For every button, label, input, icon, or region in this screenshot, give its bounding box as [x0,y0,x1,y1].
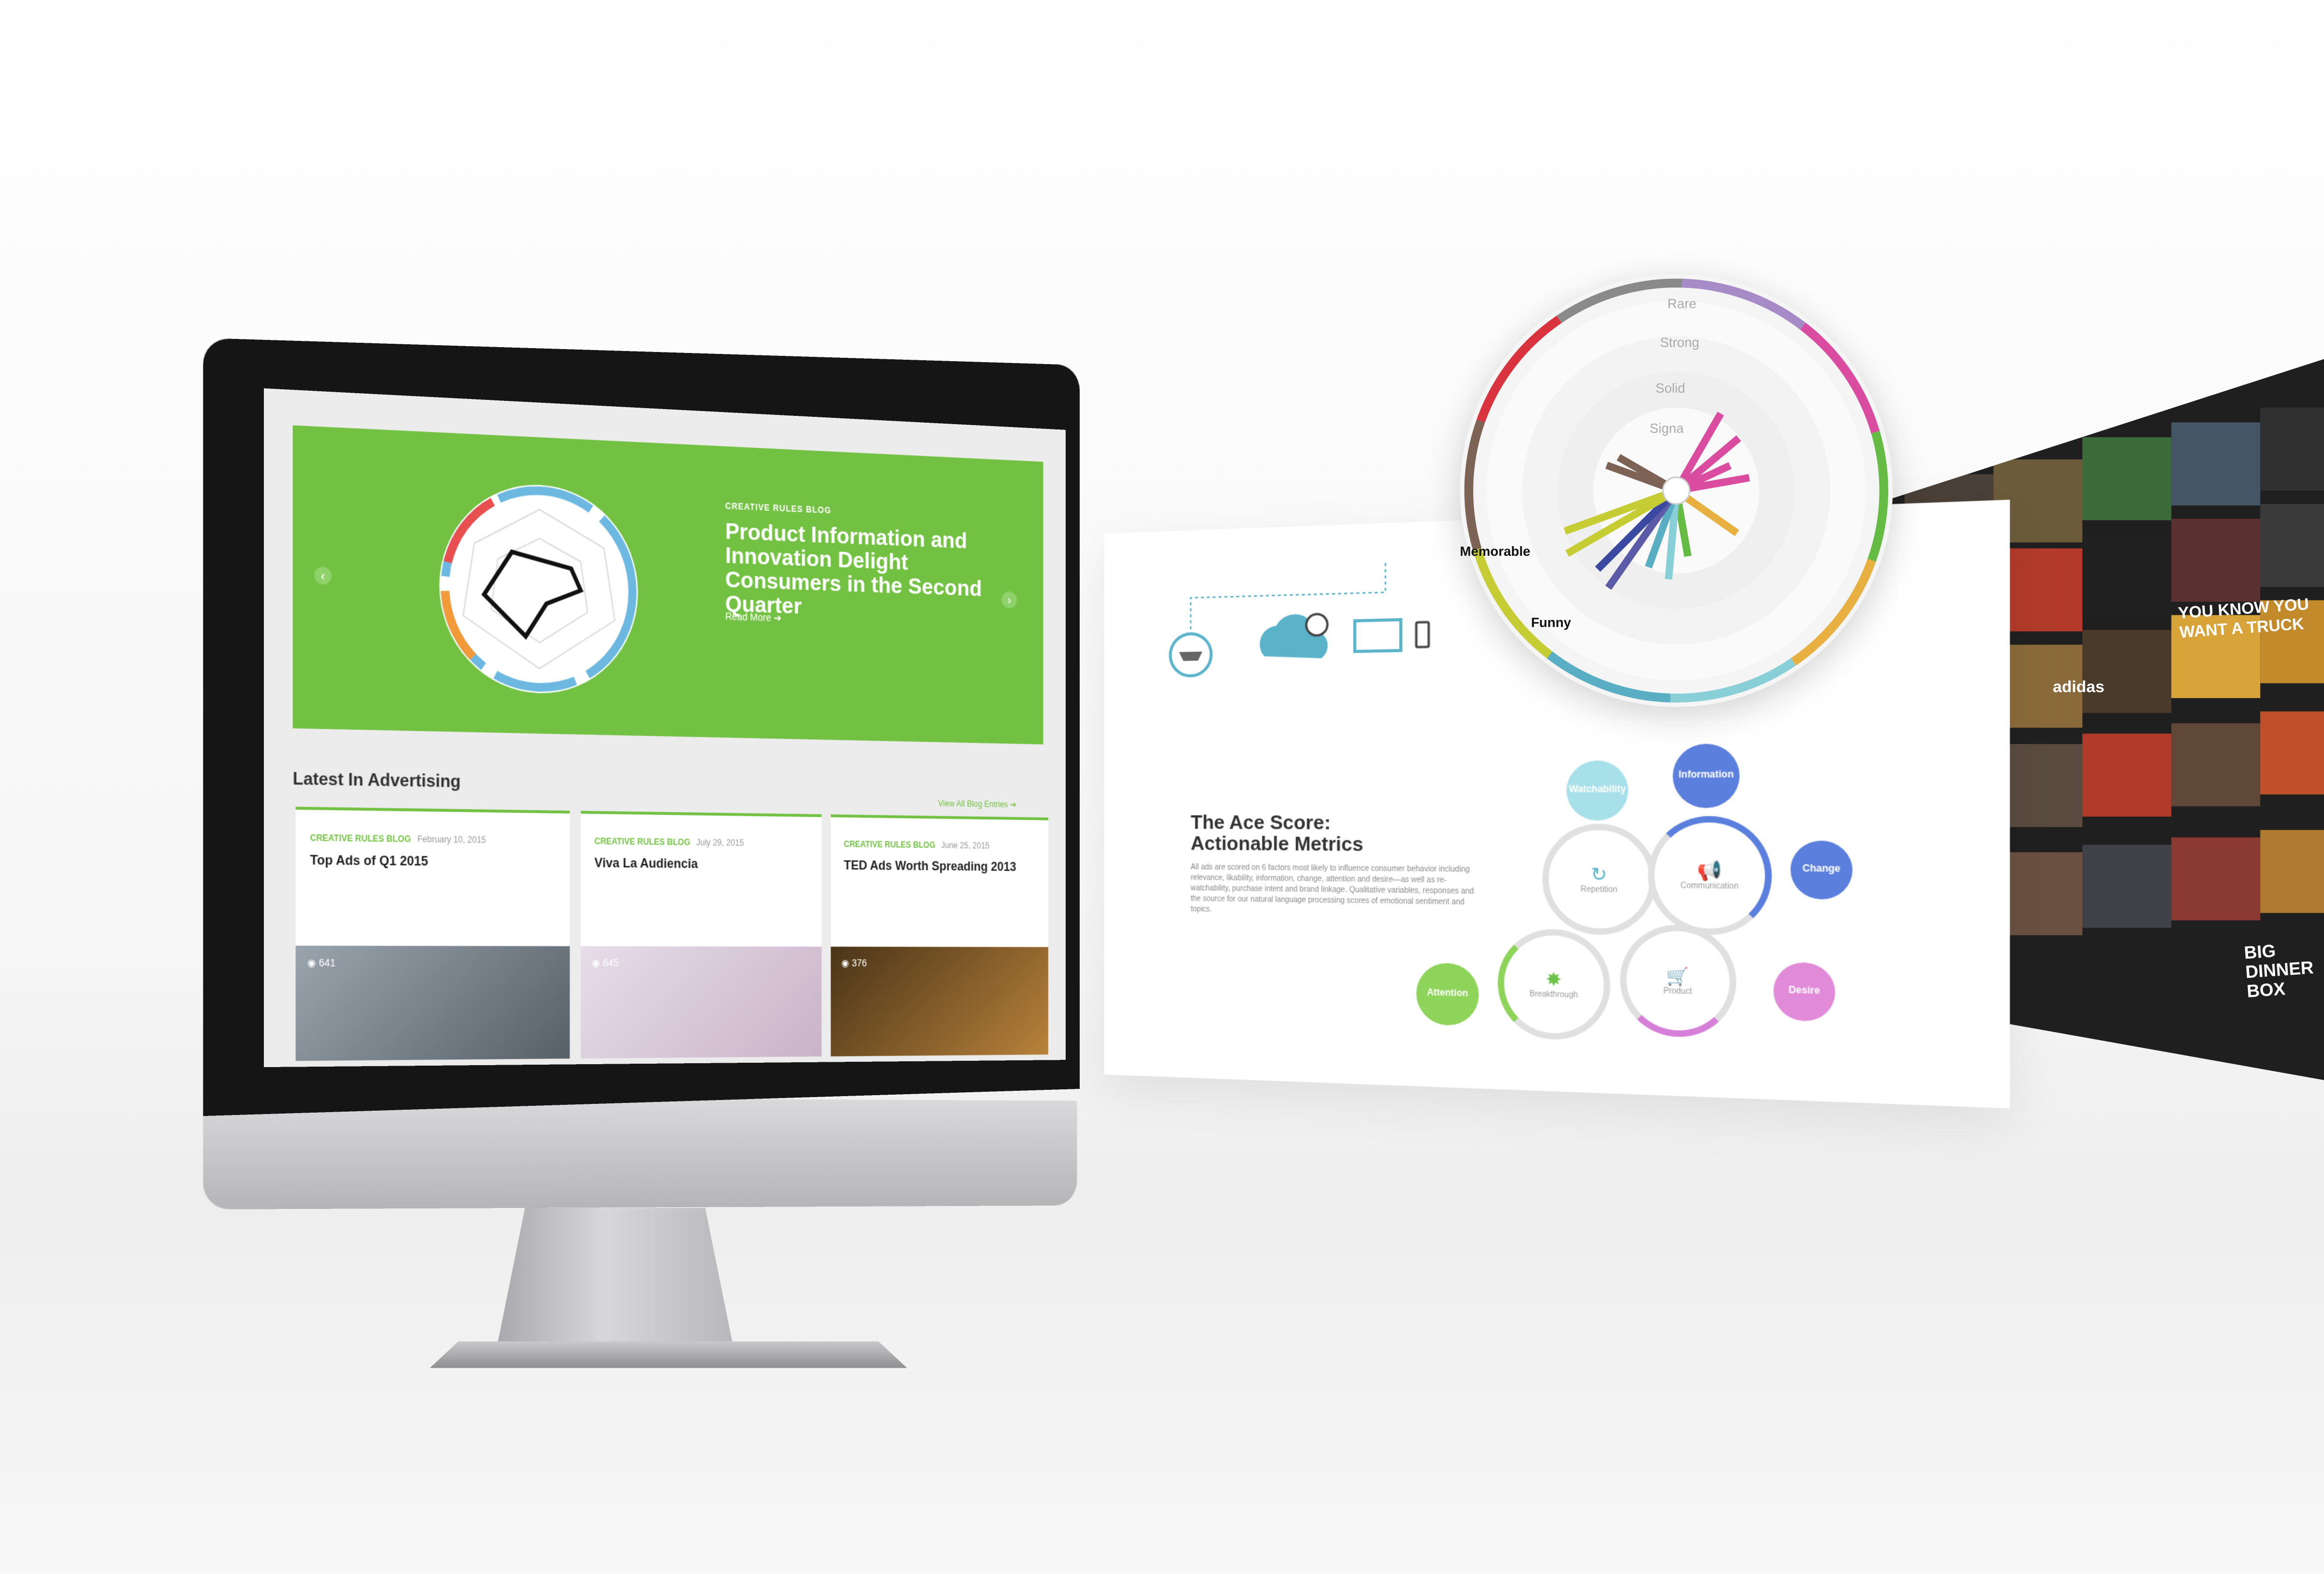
dial-ring-label: Solid [1655,381,1685,396]
arrow-circle-icon: ➔ [1010,802,1017,810]
card-image: ◉ 376 [830,947,1049,1056]
device-sync-illustration [1162,542,1510,703]
hero-prev-arrow[interactable]: ‹ [314,566,332,585]
thumbnail[interactable] [2260,830,2324,913]
thumbnail[interactable] [2082,734,2171,817]
view-count: 645 [602,959,619,969]
thumbnail[interactable] [2260,504,2324,587]
card-title: TED Ads Worth Spreading 2013 [843,858,1016,874]
eye-icon: ◉ [307,959,316,970]
card-image: ◉ 641 [295,946,570,1061]
thumbnail[interactable] [2171,837,2261,921]
bubble-information[interactable]: Information [1672,743,1740,809]
thumbnail[interactable] [2171,519,2261,602]
card-image: ◉ 645 [581,946,822,1059]
thumbnail[interactable] [2260,711,2324,795]
ring-product[interactable]: 🛒 Product [1620,924,1737,1039]
dial-ring-label: Strong [1660,335,1699,350]
blog-card[interactable]: CREATIVE RULES BLOG July 29, 2015 Viva L… [581,810,822,1059]
hero-banner: ‹ › CREATIVE RULES BLOG Product Informat… [292,425,1043,745]
card-date: July 29, 2015 [696,840,744,849]
bubble-attention[interactable]: Attention [1416,963,1479,1026]
ace-score-description: All ads are scored on 6 factors most lik… [1191,863,1474,915]
thumbnail[interactable] [2082,844,2171,928]
dial-ring-label: Rare [1667,296,1697,311]
eye-icon: ◉ [592,959,600,969]
imac-stand-neck [496,1207,734,1349]
monitor-icon [1355,620,1401,652]
ring-communication[interactable]: 📢 Communication [1648,816,1772,936]
ring-breakthrough[interactable]: ✸ Breakthrough [1498,928,1610,1041]
wall-caption-adidas: adidas [2052,679,2105,697]
card-date: February 10, 2015 [417,836,486,846]
bubble-watchability[interactable]: Watchability [1566,760,1629,821]
card-date: June 25, 2015 [941,842,990,852]
thumbnail[interactable] [2082,437,2171,520]
card-title: Viva La Audiencia [594,856,698,871]
bubble-desire[interactable]: Desire [1773,962,1835,1022]
thumbnail[interactable] [2171,422,2261,505]
dial-ring-segment [1867,430,1888,562]
dial-ring-segment [1464,419,1485,550]
view-count: 376 [852,959,867,969]
dial-ring-label: Signa [1650,421,1684,436]
latest-heading: Latest In Advertising [292,768,461,792]
card-kicker: CREATIVE RULES BLOG [310,835,411,845]
hero-title: Product Information and Innovation Delig… [725,520,982,620]
dial-axis-label: Funny [1531,615,1571,630]
scene: YOU KNOW YOU WANT A TRUCK adidas BIG DIN… [0,0,2324,1574]
ace-score-title: The Ace Score: Actionable Metrics [1191,810,1363,856]
bubble-change[interactable]: Change [1790,840,1853,900]
phone-icon [1416,622,1429,647]
thumbnail[interactable] [2082,630,2171,713]
blog-card[interactable]: CREATIVE RULES BLOG February 10, 2015 To… [295,807,570,1061]
thumbnail[interactable] [2171,723,2261,807]
cart-icon: 🛒 [1666,967,1689,987]
radar-chart-graphic [428,475,649,700]
thumbnail[interactable] [2260,407,2324,491]
view-count: 641 [319,959,336,969]
thumbnail[interactable] [2082,534,2171,617]
imac-chin [203,1097,1077,1209]
burst-icon: ✸ [1545,968,1562,991]
dial-axis-label: Memorable [1460,544,1530,559]
blog-card[interactable]: CREATIVE RULES BLOG June 25, 2015 TED Ad… [830,814,1049,1056]
imac-stand-foot [429,1341,907,1368]
website-screen: ‹ › CREATIVE RULES BLOG Product Informat… [263,388,1066,1068]
clock-icon [1306,614,1328,636]
eye-icon: ◉ [841,959,849,969]
dial-center [1662,476,1691,505]
card-kicker: CREATIVE RULES BLOG [843,841,935,851]
card-title: Top Ads of Q1 2015 [310,853,428,869]
arrow-circle-icon: ➔ [774,614,782,625]
refresh-icon: ↻ [1590,863,1607,886]
card-kicker: CREATIVE RULES BLOG [594,838,690,848]
wall-caption-dinner-box: BIG DINNER BOX [2243,940,2314,1002]
ring-repetition[interactable]: ↻ Repetition [1542,824,1656,936]
megaphone-icon: 📢 [1697,859,1722,882]
radial-score-dial: Rare Strong Solid Signa Memorable Funny [1460,274,1893,707]
read-more-link[interactable]: Read More ➔ [725,611,781,624]
hero-kicker: CREATIVE RULES BLOG [725,503,831,517]
view-all-link[interactable]: View All Blog Entries ➔ [938,799,1016,810]
